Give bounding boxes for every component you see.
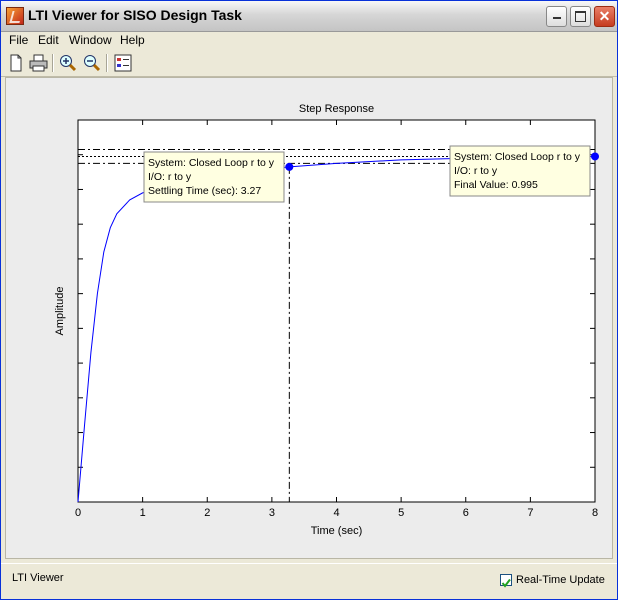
zoom-in-icon bbox=[60, 55, 77, 72]
x-tick-labels: 0 1 2 3 4 5 6 7 8 bbox=[75, 507, 598, 519]
new-button[interactable] bbox=[6, 53, 26, 73]
legend-icon bbox=[114, 54, 132, 72]
x-tick-label: 5 bbox=[398, 507, 404, 519]
legend-button[interactable] bbox=[113, 53, 133, 73]
x-tick-label: 0 bbox=[75, 507, 81, 519]
final-value-marker[interactable] bbox=[591, 152, 599, 161]
x-tick-label: 1 bbox=[140, 507, 146, 519]
minimize-icon bbox=[552, 17, 561, 19]
plot-title: Step Response bbox=[299, 103, 374, 115]
minimize-button[interactable] bbox=[546, 6, 567, 27]
menu-edit[interactable]: Edit bbox=[38, 33, 59, 47]
x-axis-label: Time (sec) bbox=[311, 525, 363, 537]
menu-help[interactable]: Help bbox=[120, 33, 145, 47]
menu-file[interactable]: File bbox=[9, 33, 28, 47]
print-icon bbox=[29, 54, 48, 72]
datatip-final-line1: System: Closed Loop r to y bbox=[454, 151, 581, 163]
x-tick-label: 7 bbox=[527, 507, 533, 519]
menu-window[interactable]: Window bbox=[69, 33, 112, 47]
toolbar-separator bbox=[52, 54, 54, 72]
matlab-icon bbox=[6, 7, 24, 25]
datatip-final-line3: Final Value: 0.995 bbox=[454, 179, 538, 191]
zoom-out-button[interactable] bbox=[82, 53, 102, 73]
status-text: LTI Viewer bbox=[12, 572, 64, 584]
window-title: LTI Viewer for SISO Design Task bbox=[28, 7, 242, 23]
datatip-final-value[interactable]: System: Closed Loop r to y I/O: r to y F… bbox=[449, 145, 591, 197]
x-tick-label: 8 bbox=[592, 507, 598, 519]
print-button[interactable] bbox=[28, 53, 48, 73]
x-tick-label: 6 bbox=[463, 507, 469, 519]
datatip-settling-time[interactable]: System: Closed Loop r to y I/O: r to y S… bbox=[143, 151, 285, 203]
realtime-update-label[interactable]: Real-Time Update bbox=[516, 574, 605, 586]
toolbar-separator bbox=[106, 54, 108, 72]
toolbar bbox=[1, 50, 617, 77]
plot-area: Step Response Time (sec) Amplitude 0 1 2 3 4… bbox=[5, 77, 613, 559]
settling-time-marker[interactable] bbox=[285, 162, 294, 171]
lti-viewer-window: LTI Viewer for SISO Design Task ✕ File E… bbox=[0, 0, 618, 600]
new-document-icon bbox=[10, 54, 22, 72]
datatip-settling-line2: I/O: r to y bbox=[148, 171, 192, 183]
close-icon: ✕ bbox=[598, 8, 611, 24]
x-tick-label: 2 bbox=[204, 507, 210, 519]
maximize-icon bbox=[575, 11, 586, 22]
step-response-plot[interactable]: Step Response Time (sec) Amplitude 0 1 2 3 4… bbox=[6, 78, 612, 558]
datatip-final-line2: I/O: r to y bbox=[454, 165, 498, 177]
y-axis-label: Amplitude bbox=[54, 287, 66, 336]
title-bar[interactable]: LTI Viewer for SISO Design Task ✕ bbox=[1, 1, 617, 32]
x-tick-label: 4 bbox=[333, 507, 339, 519]
menu-bar: File Edit Window Help bbox=[1, 31, 617, 50]
zoom-in-button[interactable] bbox=[58, 53, 78, 73]
close-button[interactable]: ✕ bbox=[594, 6, 615, 27]
datatip-settling-line1: System: Closed Loop r to y bbox=[148, 157, 275, 169]
zoom-out-icon bbox=[84, 55, 101, 72]
maximize-button[interactable] bbox=[570, 6, 591, 27]
checkmark-icon bbox=[501, 578, 511, 588]
x-tick-label: 3 bbox=[269, 507, 275, 519]
realtime-update-checkbox[interactable] bbox=[500, 574, 512, 588]
datatip-settling-line3: Settling Time (sec): 3.27 bbox=[148, 185, 261, 197]
